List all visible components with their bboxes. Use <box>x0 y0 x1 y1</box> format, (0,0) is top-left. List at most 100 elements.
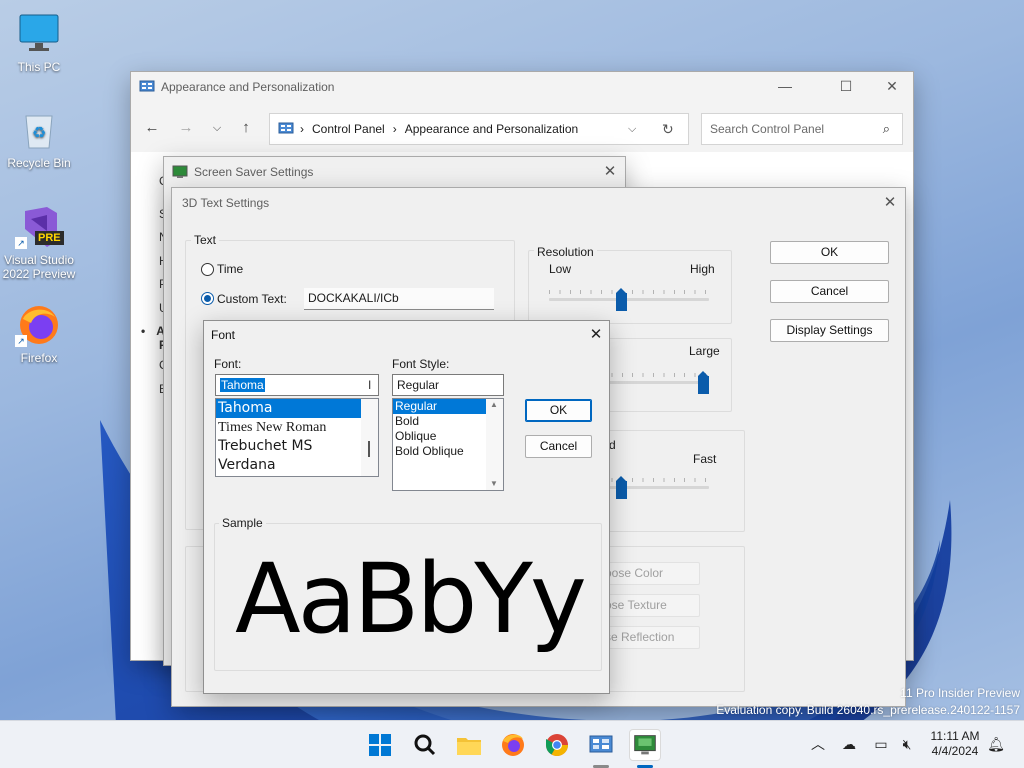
time-label: Time <box>217 262 244 276</box>
control-panel-icon <box>139 80 155 92</box>
ok-button[interactable]: OK <box>770 241 889 264</box>
preview-badge: PRE <box>35 231 64 245</box>
clock[interactable]: 11:11 AM 4/4/2024 <box>925 729 985 759</box>
control-panel-icon <box>589 735 613 753</box>
desktop-icon-label: Firefox <box>20 351 58 365</box>
font-style-label: Font Style: <box>392 357 450 371</box>
style-list-item[interactable]: Regular <box>393 399 486 414</box>
scroll-up-arrow-icon[interactable]: ▲ <box>490 400 498 409</box>
address-bar[interactable]: › Control Panel › Appearance and Persona… <box>269 113 689 145</box>
desktop-icon-label: This PC <box>17 60 61 74</box>
control-panel-icon <box>278 122 294 134</box>
search-icon: ⌕ <box>882 121 890 136</box>
screen-saver-titlebar[interactable]: Screen Saver Settings <box>164 157 625 187</box>
shortcut-arrow-icon: ↗ <box>15 237 27 249</box>
3d-text-titlebar[interactable]: 3D Text Settings <box>172 188 905 218</box>
monitor-icon <box>17 12 61 56</box>
screen-saver-icon <box>172 165 188 178</box>
control-panel-taskbar-button[interactable] <box>585 729 617 761</box>
font-name-input[interactable]: Tahoma I <box>215 374 379 396</box>
scrollbar-thumb[interactable] <box>368 441 370 457</box>
font-dialog: Font ✕ Font: Tahoma I Tahoma Times New R… <box>203 320 610 694</box>
maximize-button[interactable]: ☐ <box>834 76 858 96</box>
breadcrumb-appearance[interactable]: Appearance and Personalization <box>405 122 578 136</box>
time-radio[interactable] <box>201 263 214 276</box>
breadcrumb-separator-icon: › <box>300 122 304 136</box>
close-button[interactable]: ✕ <box>601 163 619 181</box>
clock-time: 11:11 AM <box>930 729 980 743</box>
search-icon <box>414 734 436 756</box>
svg-text:♻: ♻ <box>32 123 46 142</box>
windows-logo-icon <box>369 734 391 756</box>
window-title: Screen Saver Settings <box>194 165 314 179</box>
screen-saver-taskbar-button[interactable] <box>629 729 661 761</box>
notifications-bell-icon[interactable]: 🔔︎ <box>987 735 1005 753</box>
font-list[interactable]: Tahoma Times New Roman Trebuchet MS Verd… <box>215 398 379 477</box>
folder-icon <box>457 738 481 755</box>
display-settings-button[interactable]: Display Settings <box>770 319 889 342</box>
desktop-icon-visual-studio[interactable]: PRE ↗ Visual Studio 2022 Preview <box>1 205 77 281</box>
resolution-slider-ticks <box>549 290 709 294</box>
resolution-high-label: High <box>690 262 715 276</box>
ok-button[interactable]: OK <box>525 399 592 422</box>
firefox-icon: ↗ <box>15 303 61 347</box>
search-input[interactable]: Search Control Panel ⌕ <box>701 113 903 145</box>
insider-watermark-line2: Evaluation copy. Build 26040.rs_prerelea… <box>716 703 1020 717</box>
size-slider-thumb[interactable] <box>698 371 709 394</box>
close-button[interactable]: ✕ <box>587 326 605 344</box>
taskbar: ︿ ☁ ▭ 🔇︎ 11:11 AM 4/4/2024 🔔︎ <box>0 720 1024 768</box>
desktop-icon-firefox[interactable]: ↗ Firefox <box>1 303 77 365</box>
cancel-button[interactable]: Cancel <box>770 280 889 303</box>
custom-text-value: DOCKAKALI/ICb <box>308 291 399 305</box>
desktop-icon-this-pc[interactable]: This PC <box>1 12 77 74</box>
address-dropdown-chevron-icon[interactable]: ⌵ <box>628 123 636 136</box>
show-hidden-icons-chevron[interactable]: ︿ <box>809 735 827 753</box>
dialog-title: Font <box>211 328 236 342</box>
size-large-label: Large <box>689 344 720 358</box>
start-button[interactable] <box>364 729 396 761</box>
font-list-item[interactable]: Times New Roman <box>216 418 378 437</box>
network-offline-icon[interactable]: ☁ <box>840 735 858 753</box>
shortcut-arrow-icon: ↗ <box>15 335 27 347</box>
font-list-item[interactable]: Trebuchet MS <box>216 437 378 456</box>
chrome-taskbar-button[interactable] <box>541 729 573 761</box>
visual-studio-icon: PRE ↗ <box>15 205 64 249</box>
firefox-icon <box>502 734 524 756</box>
desktop-icon-recycle-bin[interactable]: ♻ Recycle Bin <box>1 108 77 170</box>
scroll-down-arrow-icon[interactable]: ▼ <box>490 479 498 488</box>
recycle-bin-icon: ♻ <box>17 108 61 152</box>
style-list-scrollbar[interactable]: ▲ ▼ <box>486 399 503 490</box>
custom-text-input[interactable]: DOCKAKALI/ICb <box>304 288 494 310</box>
close-button[interactable]: ✕ <box>881 194 899 212</box>
file-explorer-button[interactable] <box>453 729 485 761</box>
forward-arrow-icon[interactable]: → <box>176 118 196 138</box>
close-button[interactable]: ✕ <box>880 76 904 96</box>
resolution-slider-track[interactable] <box>549 298 709 301</box>
font-dialog-titlebar[interactable]: Font <box>204 321 609 349</box>
breadcrumb-control-panel[interactable]: Control Panel <box>312 122 385 136</box>
back-arrow-icon[interactable]: ← <box>142 118 162 138</box>
custom-text-radio[interactable] <box>201 292 214 305</box>
recent-locations-chevron-icon[interactable]: ⌵ <box>207 118 227 138</box>
font-name-value: Tahoma <box>220 378 265 392</box>
resolution-slider-thumb[interactable] <box>616 288 628 311</box>
up-arrow-icon[interactable]: ↑ <box>236 118 256 138</box>
font-label: Font: <box>214 357 242 371</box>
font-list-scrollbar[interactable] <box>361 399 378 476</box>
text-cursor-icon: I <box>368 378 372 392</box>
firefox-taskbar-button[interactable] <box>497 729 529 761</box>
refresh-icon[interactable]: ↻ <box>662 121 674 138</box>
font-style-list[interactable]: Regular Bold Oblique Bold Oblique ▲ ▼ <box>392 398 504 491</box>
display-icon[interactable]: ▭ <box>872 735 890 753</box>
volume-muted-icon[interactable]: 🔇︎ <box>898 735 916 753</box>
font-list-item[interactable]: Verdana <box>216 456 378 475</box>
font-style-input[interactable]: Regular <box>392 374 504 396</box>
search-button[interactable] <box>409 729 441 761</box>
speed-fast-label: Fast <box>693 452 717 466</box>
cancel-button[interactable]: Cancel <box>525 435 592 458</box>
sample-group-label: Sample <box>219 516 266 530</box>
minimize-button[interactable]: — <box>773 76 797 96</box>
resolution-low-label: Low <box>549 262 572 276</box>
speed-slider-thumb[interactable] <box>616 476 628 499</box>
font-list-item[interactable]: Tahoma <box>216 399 361 418</box>
